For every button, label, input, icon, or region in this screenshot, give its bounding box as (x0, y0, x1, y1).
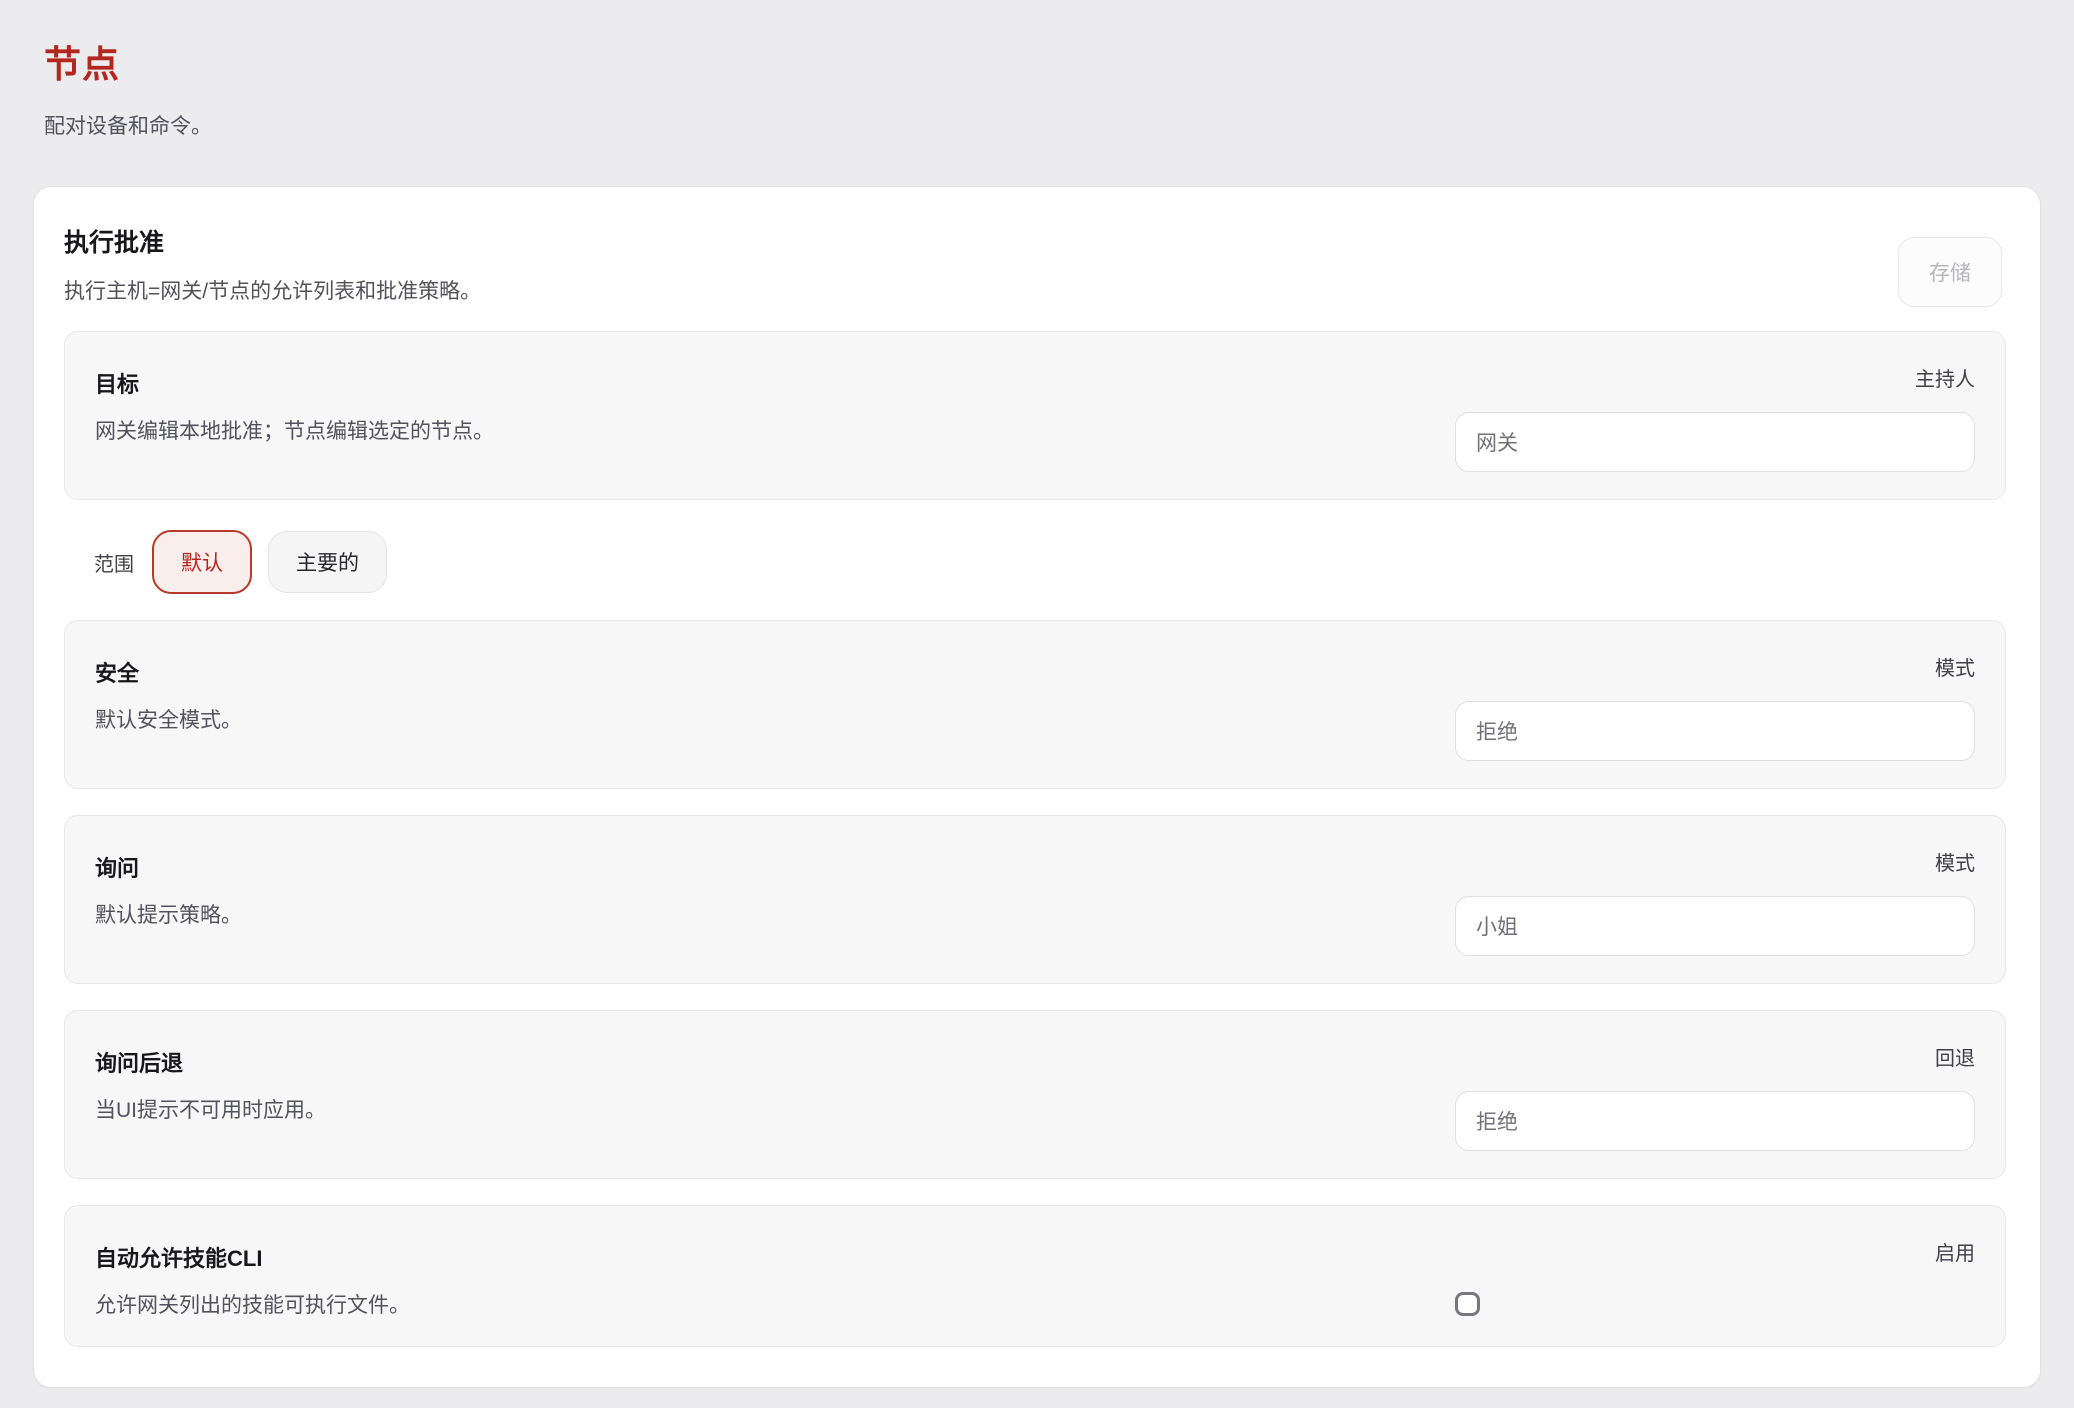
host-label: 主持人 (1915, 363, 1975, 392)
ask-fallback-description: 当UI提示不可用时应用。 (95, 1094, 326, 1124)
auto-allow-title: 自动允许技能CLI (95, 1241, 410, 1273)
nodes-settings-page: 节点 配对设备和命令。 执行批准 执行主机=网关/节点的允许列表和批准策略。 存… (0, 0, 2074, 1408)
auto-allow-description: 允许网关列出的技能可执行文件。 (95, 1289, 410, 1319)
page-heading: 节点 配对设备和命令。 (33, 34, 2041, 140)
page-title: 节点 (44, 34, 2041, 88)
ask-mode-label: 模式 (1935, 847, 1975, 876)
panel-title: 执行批准 (64, 223, 2006, 259)
scope-option-default[interactable]: 默认 (152, 530, 252, 594)
exec-approvals-panel: 执行批准 执行主机=网关/节点的允许列表和批准策略。 存储 目标 网关编辑本地批… (33, 186, 2041, 1388)
host-input[interactable] (1455, 412, 1975, 472)
ask-card: 询问 默认提示策略。 模式 (64, 815, 2006, 984)
page-subtitle: 配对设备和命令。 (44, 110, 2041, 140)
target-description: 网关编辑本地批准；节点编辑选定的节点。 (95, 415, 494, 445)
ask-mode-input[interactable] (1455, 896, 1975, 956)
ask-fallback-card: 询问后退 当UI提示不可用时应用。 回退 (64, 1010, 2006, 1179)
enable-checkbox[interactable] (1455, 1292, 1480, 1316)
target-title: 目标 (95, 367, 494, 399)
fallback-input[interactable] (1455, 1091, 1975, 1151)
ask-title: 询问 (95, 851, 242, 883)
fallback-label: 回退 (1935, 1042, 1975, 1071)
target-card: 目标 网关编辑本地批准；节点编辑选定的节点。 主持人 (64, 331, 2006, 500)
security-description: 默认安全模式。 (95, 704, 242, 734)
security-mode-label: 模式 (1935, 652, 1975, 681)
security-title: 安全 (95, 656, 242, 688)
scope-row: 范围 默认 主要的 (64, 530, 2006, 594)
scope-option-primary[interactable]: 主要的 (268, 531, 387, 593)
auto-allow-skills-card: 自动允许技能CLI 允许网关列出的技能可执行文件。 启用 (64, 1205, 2006, 1347)
security-mode-input[interactable] (1455, 701, 1975, 761)
security-card: 安全 默认安全模式。 模式 (64, 620, 2006, 789)
save-button[interactable]: 存储 (1898, 237, 2002, 307)
scope-label: 范围 (94, 548, 134, 577)
enable-label: 启用 (1935, 1237, 1975, 1266)
panel-description: 执行主机=网关/节点的允许列表和批准策略。 (64, 275, 2006, 305)
ask-fallback-title: 询问后退 (95, 1046, 326, 1078)
ask-description: 默认提示策略。 (95, 899, 242, 929)
